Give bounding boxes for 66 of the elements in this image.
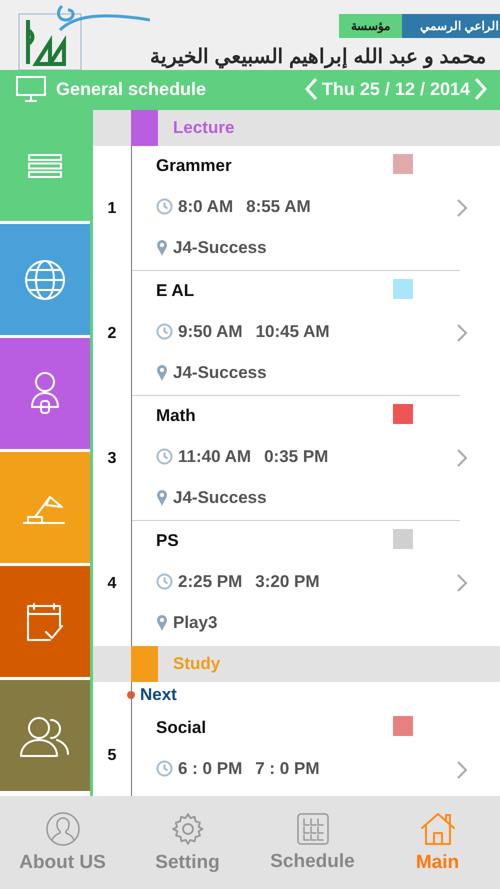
end-time: 10:45 AM xyxy=(256,322,330,342)
location-label: J4-Success xyxy=(173,488,267,508)
sponsor-label: الراعي الرسمي xyxy=(402,14,500,38)
section-title: Study xyxy=(173,654,220,674)
start-time: 8:0 AM xyxy=(178,196,234,216)
lesson-number: 2 xyxy=(108,324,116,342)
clock-icon xyxy=(156,573,173,590)
date-label: Thu 25 / 12 / 2014 xyxy=(322,78,470,100)
person-icon xyxy=(29,370,61,416)
subject-name: Math xyxy=(156,406,197,427)
chevron-right-icon xyxy=(456,573,468,593)
subject-name: PS xyxy=(156,531,180,552)
monitor-icon xyxy=(16,76,46,102)
sidebar-item[interactable] xyxy=(0,452,90,563)
lesson-row[interactable]: E AL 9:50 AM 10:45 AM J4-Success xyxy=(132,271,500,396)
sidebar-item[interactable] xyxy=(0,338,90,449)
location-pin-icon xyxy=(156,238,168,256)
sponsor-label: مؤسسة xyxy=(339,14,402,38)
next-label: Next xyxy=(140,685,177,705)
lesson-row[interactable]: Social 6 : 0 PM 7 : 0 PM xyxy=(132,708,500,796)
location-pin-icon xyxy=(156,364,168,382)
person-icon xyxy=(46,812,80,846)
clock-icon xyxy=(156,760,173,777)
subject-name: Grammer xyxy=(156,156,233,177)
lesson-number: 4 xyxy=(108,574,116,592)
calendar-grid-icon xyxy=(296,812,328,844)
home-icon xyxy=(420,812,456,846)
organization-name: محمد و عبد الله إبراهيم السبيعي الخيرية xyxy=(150,45,486,69)
location-pin-icon xyxy=(156,614,168,632)
location-label: J4-Success xyxy=(173,362,267,382)
location-label: Play3 xyxy=(173,612,218,632)
lesson-row[interactable]: PS 2:25 PM 3:20 PM Play3 xyxy=(132,521,500,646)
location-label: J4-Success xyxy=(173,238,267,258)
clock-icon xyxy=(156,323,173,340)
clock-icon xyxy=(156,448,173,465)
location-pin-icon xyxy=(156,488,168,506)
lesson-row[interactable]: Grammer 8:0 AM 8:55 AM J4-Success xyxy=(132,146,500,271)
end-time: 8:55 AM xyxy=(246,196,311,216)
sidebar-item[interactable] xyxy=(0,680,90,791)
lesson-number: 3 xyxy=(108,450,116,468)
subject-name: Social xyxy=(156,718,208,739)
screen-title: General schedule xyxy=(56,78,208,100)
section-title: Lecture xyxy=(173,118,234,138)
start-time: 9:50 AM xyxy=(178,322,243,342)
chevron-right-icon xyxy=(456,323,468,343)
start-time: 2:25 PM xyxy=(178,572,242,592)
settings-icon xyxy=(170,812,204,846)
calendar-check-icon xyxy=(24,602,66,642)
subject-name: E AL xyxy=(156,281,196,302)
end-time: 0:35 PM xyxy=(264,446,328,466)
clock-icon xyxy=(156,198,173,215)
chevron-right-icon xyxy=(456,448,468,468)
end-time: 7 : 0 PM xyxy=(255,758,320,778)
chevron-right-icon xyxy=(456,760,468,780)
sidebar-item[interactable] xyxy=(0,566,90,677)
globe-icon xyxy=(24,258,66,300)
sidebar-item[interactable] xyxy=(0,224,90,335)
lesson-number: 5 xyxy=(108,746,116,764)
lesson-number: 1 xyxy=(108,200,116,218)
start-time: 11:40 AM xyxy=(178,446,252,466)
lesson-row[interactable]: Math 11:40 AM 0:35 PM J4-Success xyxy=(132,396,500,521)
sidebar-item[interactable] xyxy=(0,110,90,221)
end-time: 3:20 PM xyxy=(255,572,320,592)
start-time: 6 : 0 PM xyxy=(178,758,242,778)
list-icon xyxy=(27,152,63,178)
chevron-right-icon xyxy=(456,198,468,218)
